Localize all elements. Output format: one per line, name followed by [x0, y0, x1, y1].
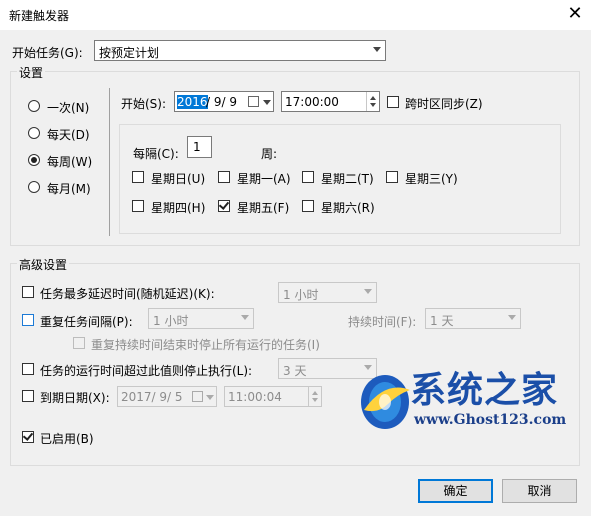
- radio-monthly-label: 每月(M): [47, 182, 91, 196]
- expire-time-value: 11:00:04: [228, 390, 282, 404]
- cancel-button[interactable]: 取消: [502, 479, 577, 503]
- expire-checkbox[interactable]: [22, 390, 34, 402]
- sync-timezone-label: 跨时区同步(Z): [405, 97, 483, 111]
- radio-weekly[interactable]: [28, 154, 40, 166]
- watermark-url: www.Ghost123.com: [414, 412, 567, 428]
- delay-label: 任务最多延迟时间(随机延迟)(K):: [40, 287, 215, 301]
- delay-select[interactable]: 1 小时: [278, 282, 377, 303]
- expire-date-value: 2017/ 9/ 5: [121, 390, 183, 404]
- spin-down-icon[interactable]: [312, 398, 318, 402]
- spin-down-icon[interactable]: [370, 103, 376, 107]
- watermark-brand: 系统之家: [410, 369, 559, 411]
- repeat-value: 1 小时: [153, 314, 189, 328]
- radio-once-label: 一次(N): [47, 101, 90, 115]
- window-title: 新建触发器: [9, 9, 70, 23]
- spin-up-icon[interactable]: [370, 96, 376, 100]
- start-time-spinner[interactable]: [366, 92, 379, 111]
- watermark-logo: 系统之家 www.Ghost123.com: [358, 368, 568, 438]
- weekday-mon-checkbox[interactable]: [218, 171, 230, 183]
- start-date-rest: / 9/ 9: [206, 95, 237, 109]
- expire-time-field[interactable]: 11:00:04: [224, 386, 322, 407]
- delay-value: 1 小时: [283, 288, 319, 302]
- calendar-icon[interactable]: [248, 96, 259, 107]
- checkmark-icon: [22, 430, 34, 441]
- title-bar: [0, 0, 591, 30]
- expire-date-field[interactable]: 2017/ 9/ 5: [117, 386, 217, 407]
- settings-divider: [109, 88, 110, 236]
- radio-weekly-label: 每周(W): [47, 155, 93, 169]
- radio-daily[interactable]: [28, 127, 40, 139]
- expire-time-spinner[interactable]: [308, 387, 321, 406]
- enabled-checkbox[interactable]: [22, 430, 34, 443]
- start-time-value: 17:00:00: [285, 95, 339, 109]
- calendar-icon[interactable]: [192, 391, 203, 402]
- enabled-label: 已启用(B): [40, 432, 94, 446]
- checkmark-icon: [218, 199, 230, 210]
- weekday-wed-label: 星期三(Y): [405, 172, 458, 186]
- stop-running-checkbox[interactable]: [73, 337, 85, 349]
- radio-selected-dot: [31, 157, 37, 163]
- weekday-tue-checkbox[interactable]: [302, 171, 314, 183]
- stop-longer-label: 任务的运行时间超过此值则停止执行(L):: [40, 364, 253, 378]
- weekday-tue-label: 星期二(T): [321, 172, 374, 186]
- repeat-checkbox[interactable]: [22, 314, 34, 326]
- ok-button[interactable]: 确定: [418, 479, 493, 503]
- duration-select[interactable]: 1 天: [425, 308, 521, 329]
- recur-input[interactable]: 1: [187, 136, 212, 158]
- recur-unit: 周:: [261, 147, 278, 161]
- begin-task-select[interactable]: 按预定计划: [94, 40, 386, 61]
- duration-label: 持续时间(F):: [348, 315, 417, 329]
- advanced-group-label: 高级设置: [17, 256, 70, 273]
- start-date-year: 2016: [177, 95, 208, 109]
- weekday-sun-label: 星期日(U): [151, 172, 206, 186]
- chevron-down-icon: [364, 289, 372, 294]
- spin-up-icon[interactable]: [312, 391, 318, 395]
- chevron-down-icon[interactable]: [206, 395, 214, 400]
- weekday-wed-checkbox[interactable]: [386, 171, 398, 183]
- weekday-thu-label: 星期四(H): [151, 201, 206, 215]
- start-time-field[interactable]: 17:00:00: [281, 91, 380, 112]
- chevron-down-icon: [508, 315, 516, 320]
- start-date-field[interactable]: 2016 / 9/ 9: [174, 91, 274, 112]
- settings-group-label: 设置: [17, 64, 46, 81]
- close-icon[interactable]: ✕: [563, 2, 587, 26]
- begin-task-label: 开始任务(G):: [12, 46, 83, 60]
- weekday-sun-checkbox[interactable]: [132, 171, 144, 183]
- weekday-mon-label: 星期一(A): [237, 172, 291, 186]
- weekday-fri-checkbox[interactable]: [218, 199, 230, 212]
- weekday-fri-label: 星期五(F): [237, 201, 290, 215]
- repeat-select[interactable]: 1 小时: [148, 308, 254, 329]
- expire-label: 到期日期(X):: [40, 391, 110, 405]
- radio-daily-label: 每天(D): [47, 128, 90, 142]
- recur-label: 每隔(C):: [133, 147, 179, 161]
- weekday-thu-checkbox[interactable]: [132, 200, 144, 212]
- stop-running-label: 重复持续时间结束时停止所有运行的任务(I): [91, 338, 320, 352]
- delay-checkbox[interactable]: [22, 286, 34, 298]
- weekday-sat-checkbox[interactable]: [302, 200, 314, 212]
- radio-monthly[interactable]: [28, 181, 40, 193]
- begin-task-value: 按预定计划: [99, 46, 160, 60]
- recur-value: 1: [193, 140, 201, 154]
- radio-once[interactable]: [28, 100, 40, 112]
- stop-longer-checkbox[interactable]: [22, 363, 34, 375]
- globe-icon: [361, 375, 410, 429]
- weekday-sat-label: 星期六(R): [321, 201, 375, 215]
- stop-longer-value: 3 天: [283, 364, 307, 378]
- chevron-down-icon: [241, 315, 249, 320]
- sync-timezone-checkbox[interactable]: [387, 96, 399, 108]
- start-label: 开始(S):: [121, 97, 167, 111]
- chevron-down-icon[interactable]: [263, 100, 271, 105]
- chevron-down-icon: [373, 47, 381, 52]
- repeat-label: 重复任务间隔(P):: [40, 315, 133, 329]
- duration-value: 1 天: [430, 314, 454, 328]
